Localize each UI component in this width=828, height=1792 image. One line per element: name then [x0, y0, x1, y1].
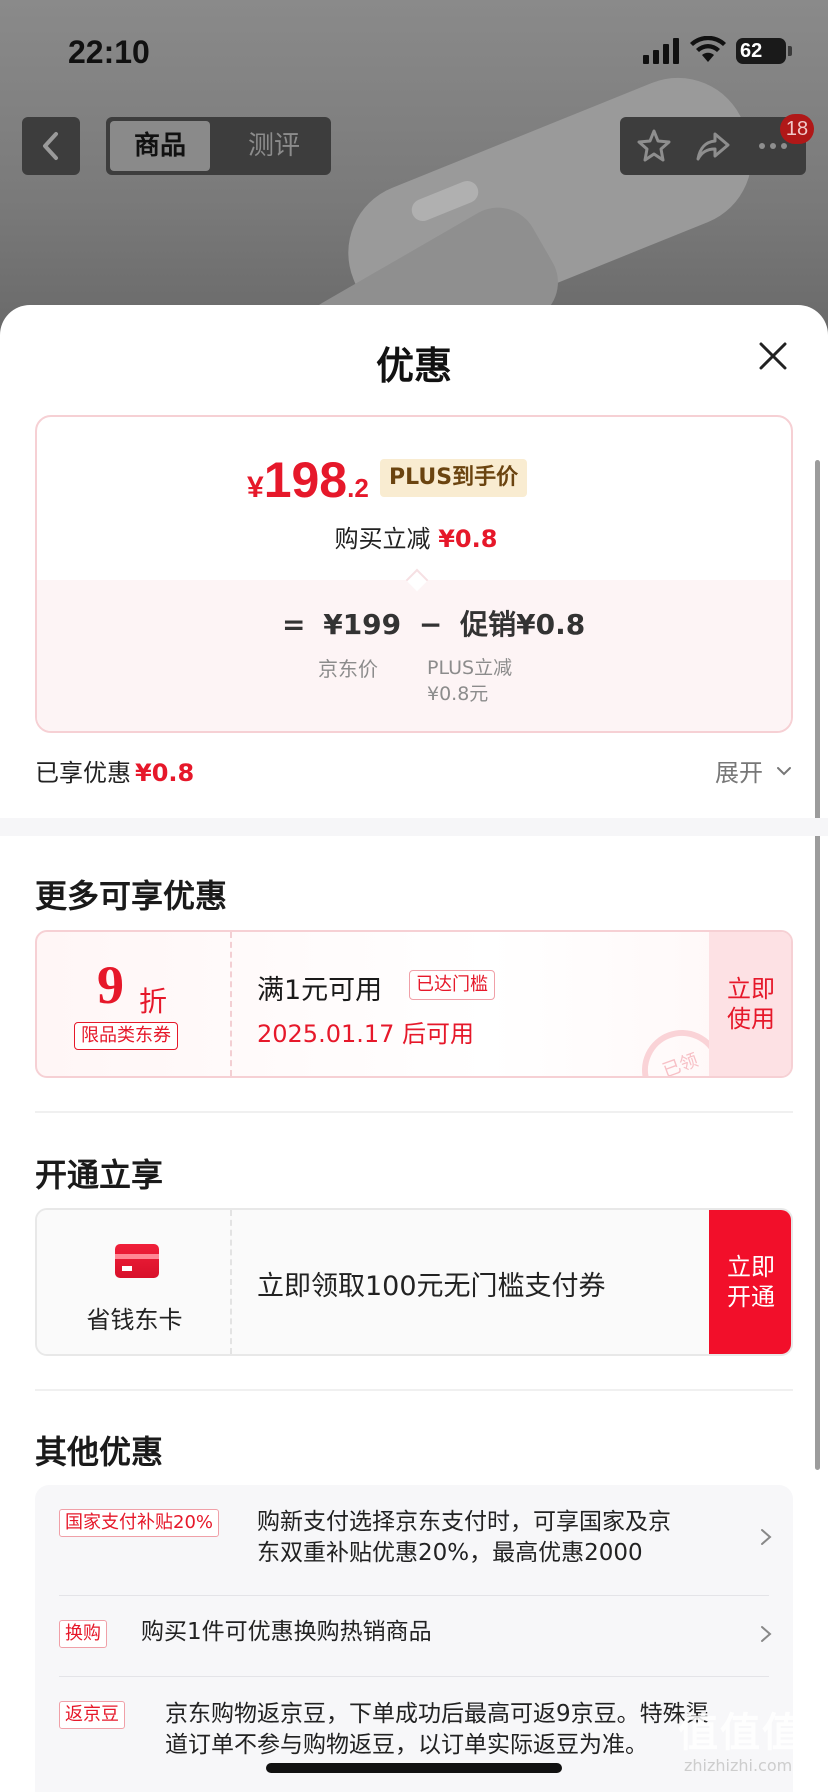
nav-tabs: 商品 测评: [106, 117, 331, 175]
saving-card-name: 省钱东卡: [86, 1306, 183, 1334]
promo-text-line1: 京东购物返京豆，下单成功后最高可返9京豆。特殊渠: [165, 1701, 709, 1727]
coupon-valid-date: 2025.01.17 后可用: [257, 1020, 475, 1048]
promo-tag: 国家支付补贴20%: [59, 1509, 220, 1537]
coupon-card[interactable]: 9 折 限品类东券 满1元可用 已达门槛 2025.01.17 后可用 已领 立…: [35, 930, 793, 1078]
instant-discount: 购买立减 ¥0.8: [37, 519, 791, 554]
status-time: 22:10: [68, 34, 150, 70]
enjoyed-value: ¥0.8: [135, 759, 195, 787]
close-icon[interactable]: [758, 341, 788, 371]
promo-text: 购买1件可优惠换购热销商品: [141, 1619, 432, 1645]
instant-discount-label: 购买立减: [334, 525, 431, 553]
use-now-label: 立即 使用: [727, 975, 775, 1033]
promo-text-line2: 东双重补贴优惠20%，最高优惠2000: [257, 1540, 643, 1566]
open-enjoy-title: 开通立享: [35, 1156, 164, 1194]
expand-button[interactable]: 展开: [715, 753, 763, 788]
price-integer: 198: [263, 452, 348, 508]
minus-sign: −: [418, 608, 443, 641]
coupon-discount-unit: 折: [139, 985, 168, 1018]
more-discounts-title: 更多可享优惠: [35, 877, 228, 915]
promo-text-line1: 购新支付选择京东支付时，可享国家及京: [257, 1509, 671, 1535]
price-formula: = ¥199 − 促销¥0.8: [282, 603, 593, 643]
coupon-condition: 满1元可用: [257, 975, 383, 1006]
section-divider: [0, 818, 828, 836]
enjoyed-discount: 已享优惠 ¥0.8: [35, 753, 194, 788]
promo-tag: 换购: [59, 1620, 107, 1648]
promo-tag: 返京豆: [59, 1701, 125, 1729]
instant-discount-value: ¥0.8: [438, 525, 498, 553]
equals-sign: =: [282, 608, 306, 641]
battery-icon: 62: [736, 38, 786, 64]
share-icon[interactable]: [695, 128, 731, 164]
watermark-logo: 值值值: [678, 1710, 804, 1756]
saving-card-offer-text: 立即领取100元无门槛支付券: [257, 1271, 606, 1302]
threshold-reached-badge: 已达门槛: [409, 970, 495, 1000]
list-item[interactable]: 国家支付补贴20% 购新支付选择京东支付时，可享国家及京 东双重补贴优惠20%，最…: [59, 1485, 772, 1595]
jd-price-label: 京东价: [318, 657, 378, 681]
promo-label: PLUS立减 ¥0.8元: [427, 655, 512, 707]
scrollbar[interactable]: [815, 460, 820, 1470]
price-currency: ¥: [247, 471, 264, 504]
promo-label-line1: PLUS立减: [427, 657, 513, 679]
sheet-title: 优惠: [375, 344, 452, 388]
signal-icon: [643, 38, 679, 64]
open-now-button[interactable]: 立即 开通: [709, 1210, 791, 1354]
price-decimal: .2: [347, 473, 369, 503]
jd-price: ¥199: [323, 608, 402, 641]
coupon-type-tag: 限品类东券: [74, 1022, 178, 1050]
home-indicator[interactable]: [266, 1763, 562, 1773]
back-button[interactable]: [22, 117, 80, 175]
tab-goods[interactable]: 商品: [110, 121, 210, 171]
watermark-url: zhizhizhi.com: [684, 1756, 793, 1775]
list-item[interactable]: 换购 购买1件可优惠换购热销商品: [59, 1596, 772, 1676]
discount-sheet: 优惠 ¥198.2 PLUS到手价 购买立减 ¥0.8 = ¥199 − 促销¥…: [0, 305, 828, 1792]
other-discounts-title: 其他优惠: [35, 1433, 164, 1471]
star-icon[interactable]: [636, 128, 672, 164]
saving-card-offer[interactable]: 省钱东卡 立即领取100元无门槛支付券 立即 开通: [35, 1208, 793, 1356]
chevron-down-icon[interactable]: [776, 763, 792, 779]
divider: [35, 1111, 793, 1113]
promo-text: 京东购物返京豆，下单成功后最高可返9京豆。特殊渠 道订单不参与购物返豆，以订单实际…: [165, 1699, 709, 1761]
wifi-icon: [690, 36, 726, 62]
chevron-right-icon[interactable]: [759, 1527, 773, 1547]
coupon-value-area: 9 折 限品类东券: [37, 932, 232, 1076]
nav-actions: [620, 117, 806, 175]
final-price: ¥198.2: [247, 451, 369, 509]
battery-tip: [788, 46, 792, 56]
status-bar: 22:10 62: [0, 0, 828, 100]
divider: [35, 1389, 793, 1391]
promo-label-line2: ¥0.8元: [427, 683, 489, 705]
battery-level: 62: [740, 40, 763, 62]
saving-card-area: 省钱东卡: [37, 1210, 232, 1354]
notification-badge: 18: [780, 114, 814, 144]
chevron-right-icon[interactable]: [759, 1624, 773, 1644]
promo-text: 购新支付选择京东支付时，可享国家及京 东双重补贴优惠20%，最高优惠2000: [257, 1507, 671, 1569]
open-now-label: 立即 开通: [727, 1253, 775, 1311]
card-icon: [115, 1244, 159, 1278]
chevron-left-icon: [43, 132, 58, 160]
plus-price-tag: PLUS到手价: [380, 459, 528, 497]
price-card: ¥198.2 PLUS到手价 购买立减 ¥0.8 = ¥199 − 促销¥0.8…: [35, 415, 793, 733]
promo-text-line2: 道订单不参与购物返豆，以订单实际返豆为准。: [165, 1732, 648, 1758]
enjoyed-label: 已享优惠: [35, 759, 131, 787]
promo-amount: 促销¥0.8: [460, 608, 586, 641]
tab-review[interactable]: 测评: [224, 121, 324, 171]
coupon-discount-number: 9: [97, 955, 124, 1015]
use-now-button[interactable]: 立即 使用: [709, 932, 791, 1076]
